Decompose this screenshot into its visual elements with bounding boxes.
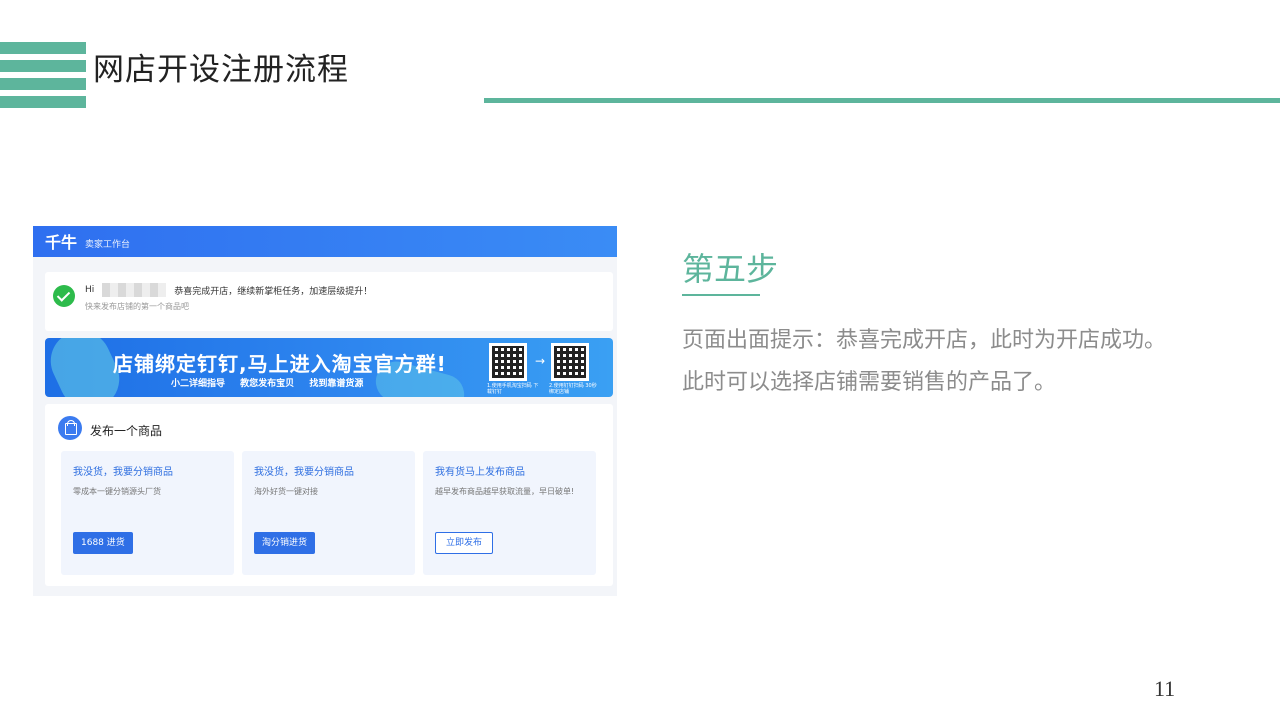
- option-title[interactable]: 我没货，我要分销商品: [254, 463, 354, 478]
- publish-option: 我没货，我要分销商品 海外好货一键对接 淘分销进货: [242, 451, 415, 575]
- step-title: 第五步: [682, 250, 779, 288]
- qianniu-logo: 千牛: [45, 233, 78, 252]
- qr-code-icon: [551, 343, 589, 381]
- publish-title: 发布一个商品: [90, 424, 163, 438]
- qianniu-subtitle: 卖家工作台: [85, 240, 131, 250]
- banner-subtitles: 小二详细指导 教您发布宝贝 找到靠谱货源: [171, 376, 375, 389]
- step-description: 页面出面提示：恭喜完成开店，此时为开店成功。此时可以选择店铺需要销售的产品了。: [682, 328, 1167, 395]
- banner-sub-item: 教您发布宝贝: [240, 379, 295, 389]
- option-description: 越早发布商品越早获取流量，早日破单!: [435, 487, 575, 496]
- deco-bar: [0, 42, 86, 54]
- banner-title: 店铺绑定钉钉,马上进入淘宝官方群!: [113, 352, 447, 376]
- banner-sub-item: 找到靠谱货源: [309, 379, 364, 389]
- qr-code-icon: [489, 343, 527, 381]
- publish-option: 我有货马上发布商品 越早发布商品越早获取流量，早日破单! 立即发布: [423, 451, 596, 575]
- greeting: Hi: [85, 285, 95, 295]
- publish-card: 发布一个商品 我没货，我要分销商品 零成本一键分销源头厂货 1688 进货 我没…: [45, 404, 613, 586]
- success-check-icon: [53, 285, 75, 307]
- option-description: 零成本一键分销源头厂货: [73, 487, 161, 496]
- option-title[interactable]: 我没货，我要分销商品: [73, 463, 173, 478]
- deco-bar: [0, 78, 86, 90]
- qianniu-screenshot: 千牛 卖家工作台 Hi 恭喜完成开店，继续新掌柜任务，加速层级提升！ 快来发布店…: [33, 226, 617, 596]
- publish-option: 我没货，我要分销商品 零成本一键分销源头厂货 1688 进货: [61, 451, 234, 575]
- header-decoration-bars: [0, 42, 86, 114]
- deco-bar: [0, 96, 86, 108]
- page-number: 11: [1154, 676, 1176, 701]
- option-description: 海外好货一键对接: [254, 487, 318, 496]
- qianniu-topbar: 千牛 卖家工作台: [33, 226, 617, 257]
- taofenxiao-purchase-button[interactable]: 淘分销进货: [254, 532, 316, 554]
- welcome-line: Hi 恭喜完成开店，继续新掌柜任务，加速层级提升！: [85, 283, 372, 297]
- qr-caption: 1.使用手机淘宝扫码 下载钉钉: [487, 383, 539, 395]
- shopping-bag-icon: [58, 416, 82, 440]
- welcome-message: 恭喜完成开店，继续新掌柜任务，加速层级提升！: [174, 286, 373, 297]
- step-underline: [682, 294, 760, 296]
- publish-now-button[interactable]: 立即发布: [435, 532, 494, 554]
- title-divider: [484, 98, 1280, 103]
- welcome-subtext: 快来发布店铺的第一个商品吧: [85, 302, 189, 311]
- dingtalk-banner[interactable]: 店铺绑定钉钉,马上进入淘宝官方群! 小二详细指导 教您发布宝贝 找到靠谱货源 →…: [45, 338, 613, 397]
- qr-caption: 2.使用钉钉扫码 30秒绑定店铺: [549, 383, 597, 395]
- blurred-username: [102, 283, 167, 297]
- deco-bar: [0, 60, 86, 72]
- page-title: 网店开设注册流程: [93, 52, 349, 88]
- banner-sub-item: 小二详细指导: [171, 379, 226, 389]
- 1688-purchase-button[interactable]: 1688 进货: [73, 532, 133, 554]
- option-title[interactable]: 我有货马上发布商品: [435, 463, 525, 478]
- welcome-card: Hi 恭喜完成开店，继续新掌柜任务，加速层级提升！ 快来发布店铺的第一个商品吧: [45, 272, 613, 331]
- arrow-right-icon: →: [535, 354, 546, 368]
